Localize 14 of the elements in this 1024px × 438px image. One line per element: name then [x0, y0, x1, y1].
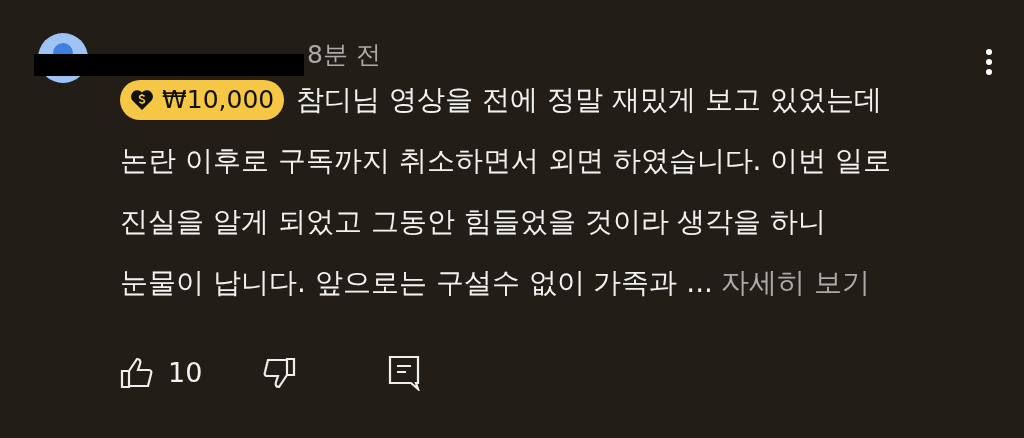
comment-text: 논란 이후로 구독까지 취소하면서 외면 하였습니다. 이번 일로: [120, 143, 893, 179]
thumbs-up-icon: [120, 357, 154, 390]
reply-button[interactable]: [388, 355, 421, 392]
comment-text: 진실을 알게 되었고 그동안 힘들었을 것이라 생각을 하니: [120, 204, 828, 240]
reply-icon: [388, 355, 421, 392]
donation-badge: ₩10,000: [120, 79, 285, 120]
heart-dollar-icon: [130, 88, 154, 111]
read-more-link[interactable]: 자세히 보기: [721, 252, 870, 313]
comment-text: 참디님 영상을 전에 정말 재밌게 보고 있었는데: [296, 82, 882, 118]
comment-text: 눈물이 납니다. 앞으로는 구설수 없이 가족과 ...: [120, 265, 713, 301]
dislike-button[interactable]: [262, 357, 297, 390]
like-button[interactable]: 10: [120, 353, 203, 394]
comment-time: 8분 전: [307, 39, 381, 72]
thumbs-down-icon: [262, 357, 297, 390]
